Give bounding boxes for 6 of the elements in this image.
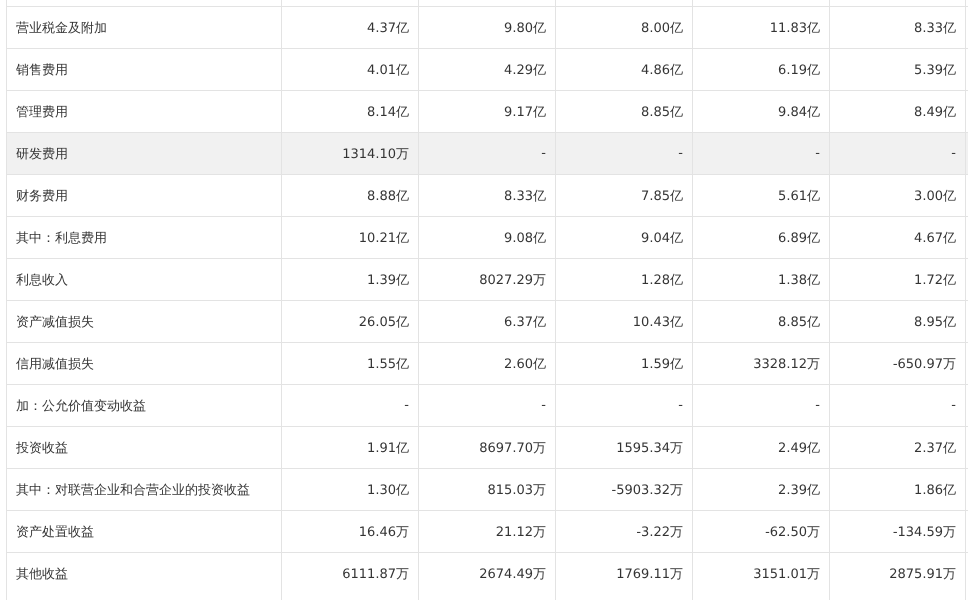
value-cell: 1769.11万 xyxy=(555,553,692,594)
value-cell: 2875.91万 xyxy=(829,553,966,594)
value-cell: 3151.01万 xyxy=(692,553,829,594)
value-cell: 2674.49万 xyxy=(418,553,555,594)
value-cell: 6111.87万 xyxy=(281,553,418,594)
row-label-cell: 其他收益 xyxy=(6,553,281,594)
